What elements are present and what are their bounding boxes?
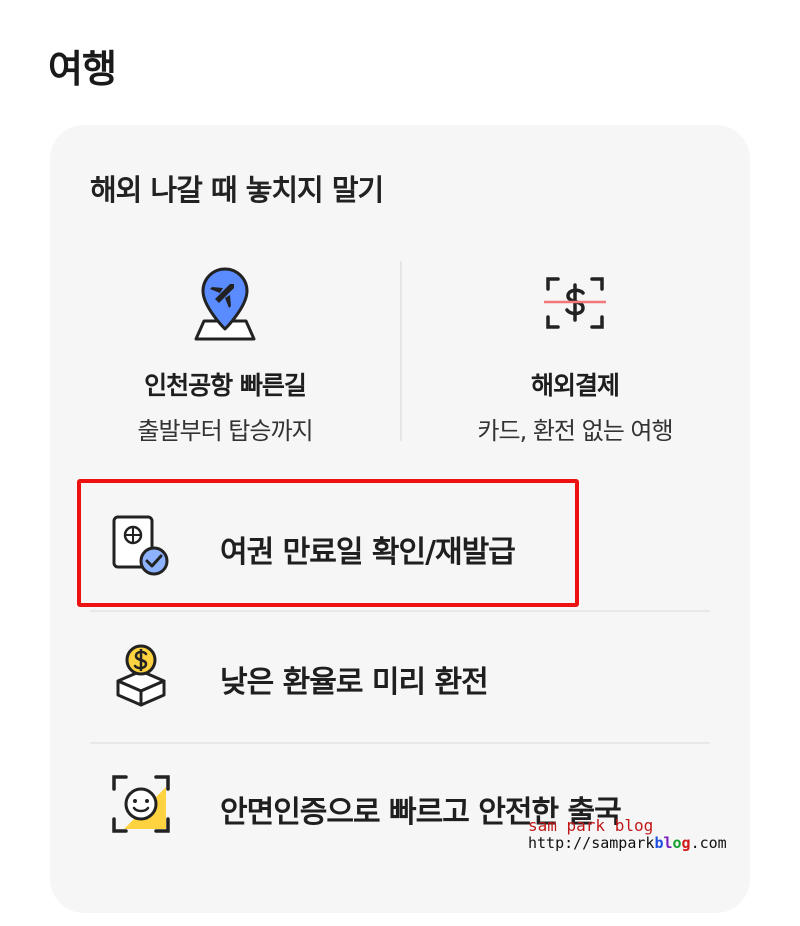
list-item-label: 낮은 환율로 미리 환전	[220, 665, 489, 700]
watermark-line2: http://samparkblog.com	[528, 833, 727, 852]
airport-map-pin-icon	[190, 263, 260, 343]
watermark-suffix: .com	[690, 833, 727, 852]
quick-item-overseas-payment[interactable]: 해외결제 카드, 환전 없는 여행	[400, 253, 750, 463]
passport-check-icon	[110, 513, 172, 577]
coin-box-icon	[110, 643, 172, 707]
list-item-currency-exchange[interactable]: 낮은 환율로 미리 환전	[90, 615, 710, 735]
face-scan-icon	[110, 773, 172, 837]
quick-item-subtitle: 카드, 환전 없는 여행	[477, 417, 673, 445]
watermark: sam park blog http://samparkblog.com	[528, 817, 727, 851]
watermark-line1: sam park blog	[528, 816, 654, 835]
list-item-label: 여권 만료일 확인/재발급	[220, 535, 516, 570]
list-item-passport-renewal[interactable]: 여권 만료일 확인/재발급	[90, 485, 710, 605]
dollar-scan-icon	[540, 263, 610, 343]
watermark-letter: o	[672, 833, 682, 852]
row-divider	[90, 610, 710, 612]
travel-card: 해외 나갈 때 놓치지 말기 인천공항 빠른길 출발부터 탑승까지 해외결제 카…	[50, 125, 750, 913]
section-title: 여행	[48, 47, 117, 91]
watermark-letter: l	[663, 833, 673, 852]
quick-item-title: 인천공항 빠른길	[144, 371, 307, 400]
quick-item-subtitle: 출발부터 탑승까지	[137, 417, 313, 445]
card-title: 해외 나갈 때 놓치지 말기	[90, 173, 384, 207]
quick-item-airport-fast-track[interactable]: 인천공항 빠른길 출발부터 탑승까지	[50, 253, 400, 463]
watermark-prefix: http://sampark	[528, 833, 655, 852]
watermark-letter: g	[681, 833, 691, 852]
quick-grid: 인천공항 빠른길 출발부터 탑승까지 해외결제 카드, 환전 없는 여행	[50, 253, 750, 463]
quick-item-title: 해외결제	[530, 371, 620, 400]
row-divider	[90, 742, 710, 744]
